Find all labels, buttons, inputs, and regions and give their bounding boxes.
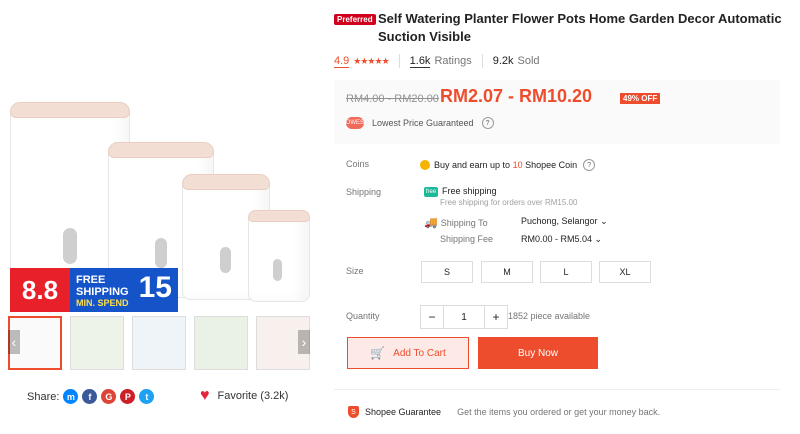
free-shipping-sub: Free shipping for orders over RM15.00	[440, 198, 578, 207]
guarantee-title: Shopee Guarantee	[365, 407, 442, 417]
coins-help-icon[interactable]: ?	[583, 159, 596, 171]
thumb-prev-arrow[interactable]: ‹	[8, 330, 20, 354]
shield-icon: S	[348, 406, 359, 418]
rating-value[interactable]: 4.9	[334, 55, 350, 68]
add-to-cart-label: Add To Cart	[393, 347, 446, 359]
twitter-icon[interactable]: t	[139, 389, 155, 404]
messenger-icon[interactable]: m	[63, 389, 79, 404]
coin-icon	[420, 160, 430, 170]
promo-amount: 15	[138, 271, 172, 304]
free-shipping-icon: free	[424, 186, 438, 197]
promo-banner: 8.8 FREE SHIPPING MIN. SPEND 15	[10, 268, 178, 312]
shipping-label: Shipping	[346, 187, 382, 197]
truck-icon: 🚚	[424, 217, 438, 229]
promo-free: FREE	[76, 274, 106, 286]
size-option-l[interactable]: L	[540, 261, 592, 283]
shipping-destination[interactable]: Puchong, Selangor ⌄	[521, 216, 608, 227]
size-option-xl[interactable]: XL	[599, 261, 651, 283]
promo-shipping: SHIPPING	[76, 286, 129, 298]
shipping-to-value: Puchong, Selangor	[521, 216, 598, 226]
shipping-fee-dropdown[interactable]: RM0.00 - RM5.04 ⌄	[521, 234, 602, 245]
size-option-m[interactable]: M	[481, 261, 533, 283]
thumbnail-4[interactable]	[194, 316, 248, 370]
lowest-price-text: Lowest Price Guaranteed	[372, 118, 474, 128]
shipping-to-row: 🚚 Shipping To	[424, 216, 488, 229]
discount-badge: 49% OFF	[620, 93, 661, 104]
add-to-cart-button[interactable]: 🛒 Add To Cart	[347, 337, 469, 369]
buy-now-button[interactable]: Buy Now	[478, 337, 598, 369]
size-label: Size	[346, 266, 364, 276]
lowest-price-guarantee: LOWEST Lowest Price Guaranteed ?	[342, 117, 494, 129]
free-shipping: free Free shipping	[424, 186, 497, 197]
thumbnail-strip: ‹ ›	[8, 316, 312, 370]
facebook-icon[interactable]: f	[82, 389, 98, 404]
ratings-count[interactable]: 1.6k	[409, 55, 431, 68]
quantity-plus-button[interactable]: +	[484, 305, 508, 329]
quantity-minus-button[interactable]: −	[420, 305, 444, 329]
ratings-label: Ratings	[434, 55, 472, 67]
promo-date: 8.8	[10, 268, 70, 312]
shipping-fee-value: RM0.00 - RM5.04	[521, 234, 593, 244]
favorite-button[interactable]: ♥ Favorite (3.2k)	[200, 387, 289, 404]
rating-stars: ★★★★★	[353, 55, 389, 66]
pinterest-icon[interactable]: P	[120, 389, 136, 404]
product-main-image[interactable]: 8.8 FREE SHIPPING MIN. SPEND 15	[0, 0, 318, 312]
cart-icon: 🛒	[370, 346, 386, 360]
quantity-stepper: − 1 +	[420, 305, 508, 329]
coins-text-before: Buy and earn up to	[434, 160, 511, 170]
product-title: Self Watering Planter Flower Pots Home G…	[378, 11, 782, 44]
stock-available: 1852 piece available	[508, 311, 591, 321]
divider	[334, 389, 780, 390]
shipping-fee-label: Shipping Fee	[440, 234, 494, 244]
chevron-down-icon: ⌄	[600, 216, 608, 226]
shopee-guarantee: S Shopee Guarantee Get the items you ord…	[348, 406, 660, 418]
quantity-label: Quantity	[346, 311, 380, 321]
thumbnail-3[interactable]	[132, 316, 186, 370]
favorite-label: Favorite (3.2k)	[217, 390, 289, 402]
coins-amount: 10	[512, 160, 523, 170]
guarantee-text: Get the items you ordered or get your mo…	[457, 407, 661, 417]
quantity-input[interactable]: 1	[444, 305, 484, 329]
heart-icon: ♥	[200, 387, 210, 404]
google-plus-icon[interactable]: G	[101, 389, 117, 404]
rating-row: 4.9 ★★★★★ 1.6k Ratings 9.2k Sold	[334, 54, 540, 68]
coins-text-after: Shopee Coin	[525, 160, 578, 170]
original-price: RM4.00 - RM20.00	[346, 93, 439, 105]
chevron-down-icon: ⌄	[594, 234, 603, 244]
size-option-s[interactable]: S	[421, 261, 473, 283]
free-shipping-text: Free shipping	[442, 186, 497, 196]
thumb-next-arrow[interactable]: ›	[298, 330, 310, 354]
share-label: Share:	[27, 390, 60, 403]
help-icon[interactable]: ?	[481, 117, 494, 129]
coins-info: Buy and earn up to 10 Shopee Coin ?	[420, 159, 596, 171]
preferred-badge: Preferred	[334, 14, 376, 25]
lowest-price-icon: LOWEST	[342, 117, 368, 129]
share-row: Share: m f G P t	[27, 389, 155, 404]
coins-label: Coins	[346, 159, 370, 169]
current-price: RM2.07 - RM10.20	[440, 86, 593, 106]
thumbnail-2[interactable]	[70, 316, 124, 370]
planter-pot-mini	[248, 210, 310, 302]
shipping-to-label: Shipping To	[440, 217, 488, 228]
sold-label: Sold	[517, 55, 540, 67]
sold-count: 9.2k	[492, 55, 514, 67]
